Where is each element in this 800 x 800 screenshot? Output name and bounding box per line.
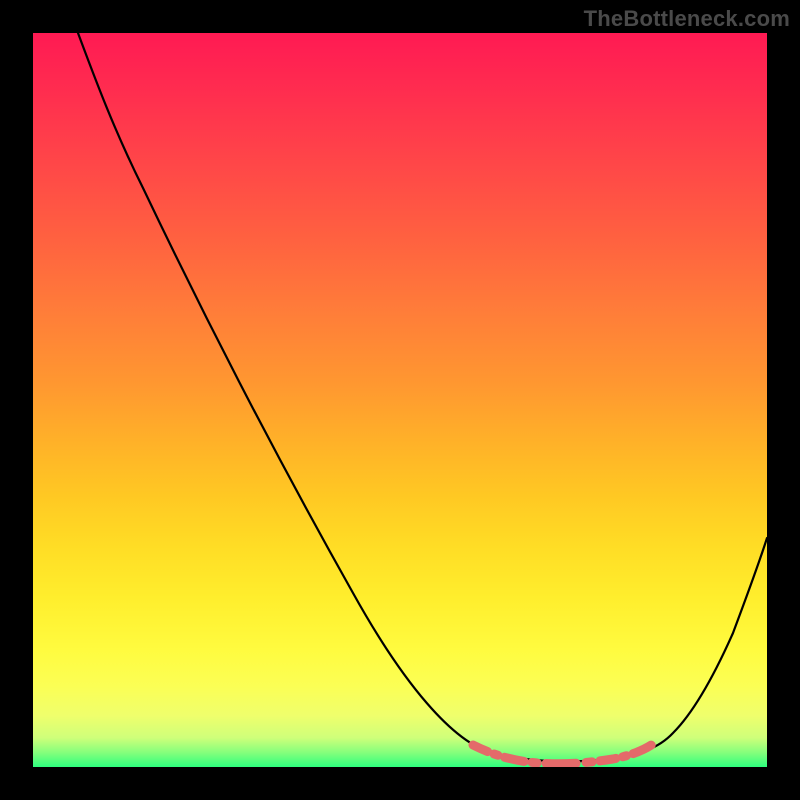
optimal-range-markers xyxy=(473,741,657,764)
watermark-text: TheBottleneck.com xyxy=(584,6,790,32)
chart-frame: TheBottleneck.com xyxy=(0,0,800,800)
curve-svg xyxy=(33,33,767,767)
bottleneck-curve xyxy=(78,33,767,761)
plot-area xyxy=(33,33,767,767)
